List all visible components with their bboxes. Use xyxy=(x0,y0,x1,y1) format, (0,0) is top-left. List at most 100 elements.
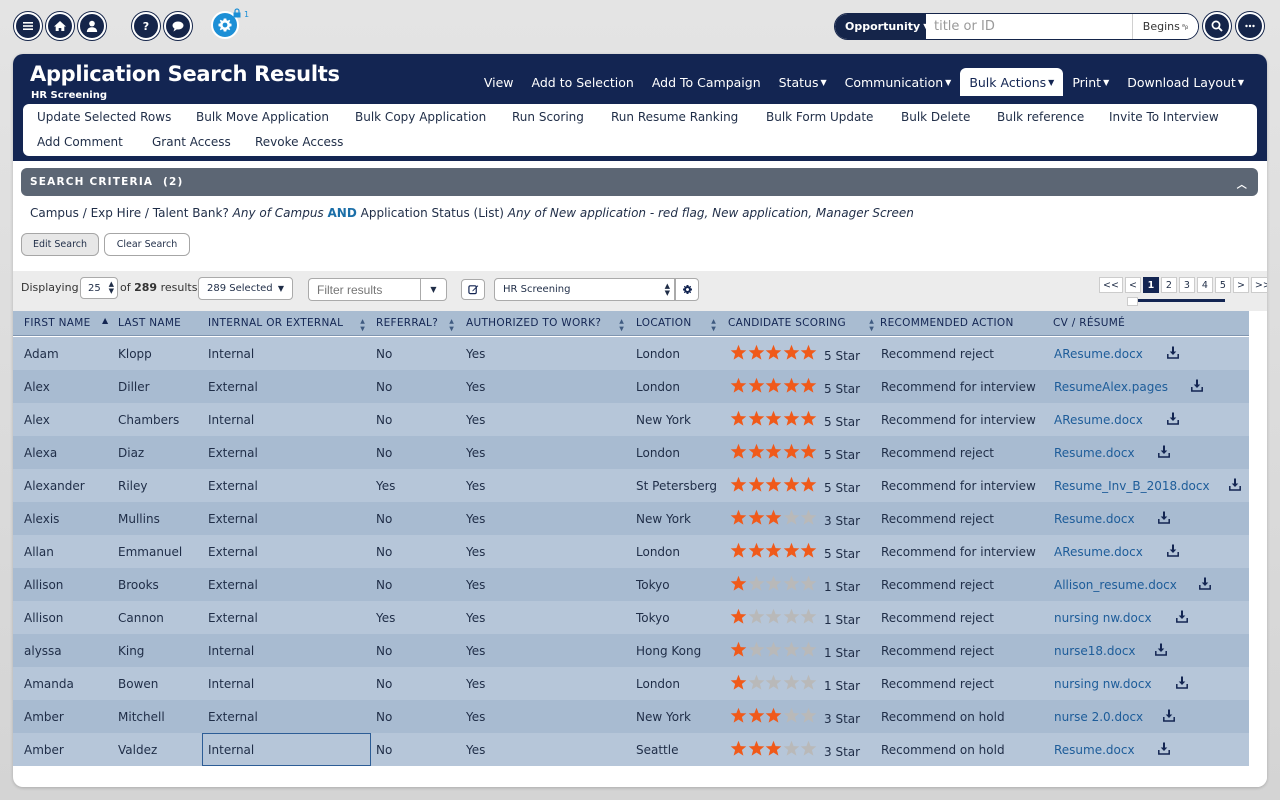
menu-bulk-actions[interactable]: Bulk Actions ▼ xyxy=(960,68,1064,96)
download-icon[interactable] xyxy=(1167,346,1179,359)
sort-icon[interactable]: ▲▼ xyxy=(868,318,875,333)
bulk-action-revoke-access[interactable]: Revoke Access xyxy=(255,135,343,149)
sort-icon[interactable]: ▲▼ xyxy=(710,318,717,333)
cv-link[interactable]: Resume.docx xyxy=(1054,446,1135,460)
cv-link[interactable]: nursing nw.docx xyxy=(1054,677,1152,691)
per-page-select[interactable]: 25 ▲ ▼ xyxy=(80,277,118,299)
page-button-first[interactable]: << xyxy=(1099,277,1123,293)
edit-search-button[interactable]: Edit Search xyxy=(21,233,99,256)
table-row[interactable]: Amber Mitchell External No Yes New York 3 Star… xyxy=(13,700,1249,733)
menu-add-to-campaign[interactable]: Add To Campaign xyxy=(643,68,770,96)
column-header-internal-or-external[interactable]: INTERNAL OR EXTERNAL xyxy=(208,317,343,329)
bulk-action-bulk-reference[interactable]: Bulk reference xyxy=(997,110,1084,124)
page-button-last[interactable]: >> xyxy=(1250,277,1267,293)
download-icon[interactable] xyxy=(1158,511,1170,524)
column-header-recommended-action[interactable]: RECOMMENDED ACTION xyxy=(880,317,1014,329)
column-header-first-name[interactable]: FIRST NAME xyxy=(24,317,91,329)
table-row[interactable]: Amber Valdez Internal No Yes Seattle 3 Star Rec… xyxy=(13,733,1249,766)
menu-status[interactable]: Status ▼ xyxy=(770,68,836,96)
search-entity-select[interactable]: Opportunity▼ xyxy=(835,14,929,39)
profile-button[interactable] xyxy=(78,12,106,40)
table-row[interactable]: Allison Cannon External Yes Yes Tokyo 1 Star Re… xyxy=(13,601,1249,634)
bulk-action-grant-access[interactable]: Grant Access xyxy=(152,135,231,149)
menu-view[interactable]: View xyxy=(475,68,523,96)
bulk-action-invite-to-interview[interactable]: Invite To Interview xyxy=(1109,110,1219,124)
table-row[interactable]: Alexander Riley External Yes Yes St Petersber… xyxy=(13,469,1249,502)
cv-link[interactable]: Resume_Inv_B_2018.docx xyxy=(1054,479,1210,493)
table-row[interactable]: Adam Klopp Internal No Yes London 5 Star Recomm… xyxy=(13,337,1249,370)
page-button-5[interactable]: 5 xyxy=(1214,277,1231,293)
bulk-action-run-resume-ranking[interactable]: Run Resume Ranking xyxy=(611,110,738,124)
download-icon[interactable] xyxy=(1191,379,1203,392)
table-row[interactable]: alyssa King Internal No Yes Hong Kong 1 Star Re… xyxy=(13,634,1249,667)
table-row[interactable]: Allan Emmanuel External No Yes London 5 Star Re… xyxy=(13,535,1249,568)
search-mode-select[interactable]: Begins ᵃᵦ xyxy=(1132,14,1198,39)
column-header-authorized-to-work[interactable]: AUTHORIZED TO WORK? xyxy=(466,317,601,329)
search-criteria-toggle[interactable]: SEARCH CRITERIA (2) ︿ xyxy=(21,168,1258,196)
bulk-action-bulk-move-application[interactable]: Bulk Move Application xyxy=(196,110,329,124)
cv-link[interactable]: Resume.docx xyxy=(1054,743,1135,757)
column-header-candidate-scoring[interactable]: CANDIDATE SCORING xyxy=(728,317,846,329)
layout-settings-button[interactable] xyxy=(675,278,699,301)
download-icon[interactable] xyxy=(1176,610,1188,623)
table-row[interactable]: Alex Chambers Internal No Yes New York 5 Star R… xyxy=(13,403,1249,436)
search-input[interactable] xyxy=(926,14,1132,39)
clear-search-button[interactable]: Clear Search xyxy=(104,233,190,256)
bulk-action-bulk-delete[interactable]: Bulk Delete xyxy=(901,110,970,124)
cv-link[interactable]: Resume.docx xyxy=(1054,512,1135,526)
menu-add-to-selection[interactable]: Add to Selection xyxy=(523,68,643,96)
sort-icon[interactable]: ▲▼ xyxy=(359,318,366,333)
table-row[interactable]: Allison Brooks External No Yes Tokyo 1 Star Rec… xyxy=(13,568,1249,601)
edit-layout-button[interactable] xyxy=(461,279,485,300)
menu-print[interactable]: Print ▼ xyxy=(1063,68,1118,96)
cv-link[interactable]: ResumeAlex.pages xyxy=(1054,380,1168,394)
cv-link[interactable]: nurse18.docx xyxy=(1054,644,1136,658)
download-icon[interactable] xyxy=(1155,643,1167,656)
selection-dropdown[interactable]: 289 Selected ▼ xyxy=(198,277,293,300)
download-icon[interactable] xyxy=(1167,412,1179,425)
menu-communication[interactable]: Communication ▼ xyxy=(836,68,961,96)
table-row[interactable]: Amanda Bowen Internal No Yes London 1 Star Reco… xyxy=(13,667,1249,700)
page-button-4[interactable]: 4 xyxy=(1196,277,1213,293)
sort-icon[interactable]: ▲▼ xyxy=(448,318,455,333)
filter-options-button[interactable]: ▼ xyxy=(420,278,447,301)
table-scrollbar-track[interactable] xyxy=(1249,311,1267,787)
download-icon[interactable] xyxy=(1167,544,1179,557)
cv-link[interactable]: AResume.docx xyxy=(1054,413,1143,427)
table-row[interactable]: Alexis Mullins External No Yes New York 3 Star… xyxy=(13,502,1249,535)
page-button-prev[interactable]: < xyxy=(1124,277,1141,293)
column-header-location[interactable]: LOCATION xyxy=(636,317,691,329)
layout-select[interactable]: HR Screening ▲ ▼ xyxy=(494,278,675,301)
table-row[interactable]: Alexa Diaz External No Yes London 5 Star Recomm… xyxy=(13,436,1249,469)
bulk-action-update-selected-rows[interactable]: Update Selected Rows xyxy=(37,110,171,124)
search-button[interactable] xyxy=(1203,12,1231,40)
cv-link[interactable]: nursing nw.docx xyxy=(1054,611,1152,625)
column-header-cv-r-sum[interactable]: CV / RÉSUMÉ xyxy=(1053,317,1125,329)
home-button[interactable] xyxy=(46,12,74,40)
menu-button[interactable] xyxy=(14,12,42,40)
bulk-action-run-scoring[interactable]: Run Scoring xyxy=(512,110,584,124)
pagination-scrollbar[interactable] xyxy=(1127,297,1225,306)
cv-link[interactable]: AResume.docx xyxy=(1054,347,1143,361)
page-button-next[interactable]: > xyxy=(1232,277,1249,293)
chat-button[interactable] xyxy=(164,12,192,40)
help-button[interactable]: ? xyxy=(132,12,160,40)
download-icon[interactable] xyxy=(1199,577,1211,590)
table-row[interactable]: Alex Diller External No Yes London 5 Star Recom… xyxy=(13,370,1249,403)
download-icon[interactable] xyxy=(1163,709,1175,722)
bulk-action-bulk-form-update[interactable]: Bulk Form Update xyxy=(766,110,873,124)
sort-icon[interactable]: ▲▼ xyxy=(618,318,625,333)
page-button-3[interactable]: 3 xyxy=(1178,277,1195,293)
bulk-action-bulk-copy-application[interactable]: Bulk Copy Application xyxy=(355,110,486,124)
bulk-action-add-comment[interactable]: Add Comment xyxy=(37,135,123,149)
cv-link[interactable]: nurse 2.0.docx xyxy=(1054,710,1143,724)
menu-download-layout[interactable]: Download Layout ▼ xyxy=(1118,68,1253,96)
sort-ascending-icon[interactable]: ▲ xyxy=(102,317,108,325)
download-icon[interactable] xyxy=(1158,445,1170,458)
more-button[interactable] xyxy=(1236,12,1264,40)
column-header-referral[interactable]: REFERRAL? xyxy=(376,317,438,329)
download-icon[interactable] xyxy=(1229,478,1241,491)
cv-link[interactable]: AResume.docx xyxy=(1054,545,1143,559)
page-button-1[interactable]: 1 xyxy=(1142,277,1159,293)
cv-link[interactable]: Allison_resume.docx xyxy=(1054,578,1177,592)
